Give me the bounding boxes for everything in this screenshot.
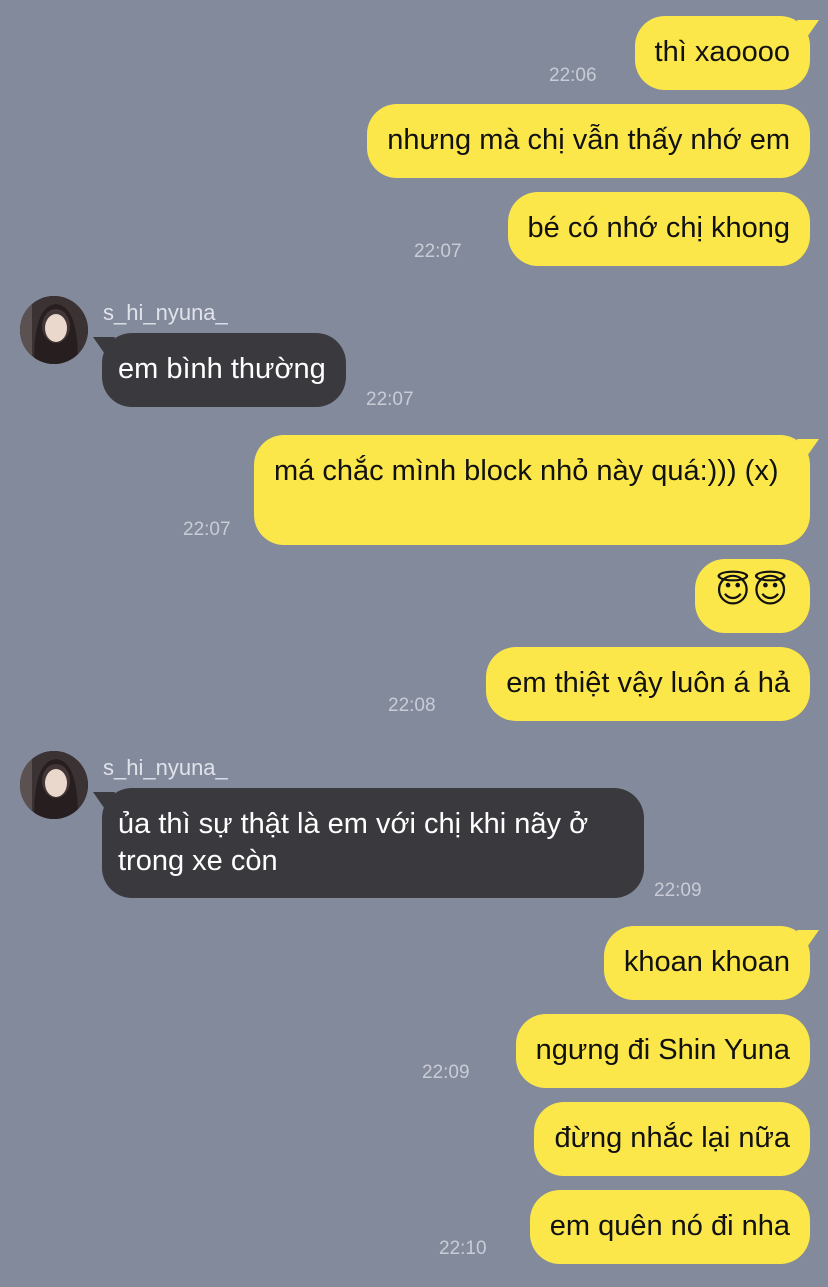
chat-thread: thì xaoooo 22:06 nhưng mà chị vẫn thấy n… xyxy=(0,0,828,1287)
outgoing-message-bubble[interactable]: em thiệt vậy luôn á hả xyxy=(486,647,810,721)
message-timestamp: 22:10 xyxy=(439,1238,487,1259)
message-timestamp: 22:06 xyxy=(549,65,597,86)
sender-name: s_hi_nyuna_ xyxy=(103,300,228,325)
message-timestamp: 22:08 xyxy=(388,695,436,716)
avatar-photo-icon xyxy=(20,296,88,364)
message-timestamp: 22:09 xyxy=(654,880,702,901)
outgoing-message-bubble[interactable]: đừng nhắc lại nữa xyxy=(534,1102,810,1176)
message-timestamp: 22:07 xyxy=(366,389,414,410)
outgoing-message-bubble[interactable]: bé có nhớ chị khong xyxy=(507,192,810,266)
message-timestamp: 22:07 xyxy=(183,519,231,540)
outgoing-message-bubble[interactable]: má chắc mình block nhỏ này quá:))) (x) xyxy=(254,435,810,545)
sender-name: s_hi_nyuna_ xyxy=(103,755,228,780)
outgoing-emoji-bubble[interactable]: 😇😇 xyxy=(695,559,810,633)
outgoing-message-bubble[interactable]: ngưng đi Shin Yuna xyxy=(515,1014,810,1088)
outgoing-message-bubble[interactable]: em quên nó đi nha xyxy=(529,1190,810,1264)
incoming-message-bubble[interactable]: ủa thì sự thật là em với chị khi nãy ở t… xyxy=(102,788,644,898)
message-timestamp: 22:07 xyxy=(414,241,462,262)
outgoing-message-bubble[interactable]: nhưng mà chị vẫn thấy nhớ em xyxy=(367,104,810,178)
outgoing-message-bubble[interactable]: thì xaoooo xyxy=(634,16,810,90)
avatar-icon[interactable] xyxy=(20,296,88,364)
message-timestamp: 22:09 xyxy=(422,1062,470,1083)
outgoing-message-bubble[interactable]: khoan khoan xyxy=(603,926,810,1000)
avatar-photo-icon xyxy=(20,751,88,819)
incoming-message-bubble[interactable]: em bình thường xyxy=(102,333,346,407)
avatar-icon[interactable] xyxy=(20,751,88,819)
